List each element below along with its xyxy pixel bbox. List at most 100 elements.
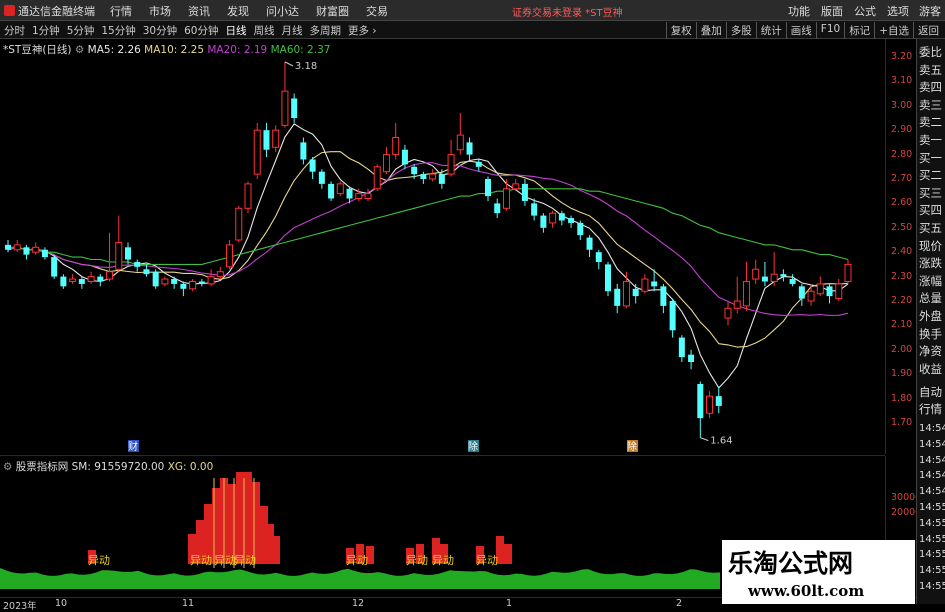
side-panel-label: 14:55 — [919, 549, 945, 561]
candle-body — [291, 98, 298, 118]
tab-multi-period[interactable]: 多周期 — [310, 23, 342, 38]
tab-1min[interactable]: 1分钟 — [32, 23, 60, 38]
tool-statistics[interactable]: 统计 — [755, 22, 786, 39]
event-marker-label: 财 — [128, 440, 138, 453]
side-panel-label: 14:54 — [919, 423, 945, 434]
candle-body — [226, 244, 234, 268]
menu-item-ask[interactable]: 问小达 — [266, 3, 299, 19]
tool-overlay[interactable]: 叠加 — [695, 22, 726, 39]
menu-item-wealth[interactable]: 财富圈 — [316, 3, 349, 19]
candle-body — [300, 142, 307, 160]
low-marker-line — [700, 437, 709, 442]
ma60-value: MA60: 2.37 — [270, 44, 331, 56]
ma10-value: MA10: 2.25 — [144, 44, 205, 56]
candle-body — [669, 301, 676, 331]
candle-body — [844, 263, 852, 282]
tab-5min[interactable]: 5分钟 — [67, 23, 95, 38]
date-label: 2 — [676, 598, 683, 609]
side-panel-label: 卖五 — [919, 62, 942, 77]
menu-item-quotes[interactable]: 行情 — [110, 3, 132, 19]
settings-gear-icon[interactable]: ⚙ — [75, 44, 84, 56]
ma20-value: MA20: 2.19 — [207, 44, 268, 56]
side-panel-label: 14:55 — [919, 517, 945, 529]
tool-multi-stock[interactable]: 多股 — [725, 22, 756, 39]
candle-body — [161, 278, 169, 285]
price-tick: 2.50 — [891, 221, 913, 233]
guest-user[interactable]: 游客 — [919, 3, 941, 19]
side-panel-label: 行情 — [919, 402, 942, 416]
low-price-label: 1.64 — [710, 436, 732, 447]
menu-item-market[interactable]: 市场 — [149, 3, 171, 19]
menu-item-layout[interactable]: 版面 — [821, 3, 843, 19]
price-tick: 2.30 — [891, 270, 913, 282]
tab-monthly[interactable]: 月线 — [282, 23, 303, 38]
price-tick: 2.60 — [891, 197, 913, 209]
tab-weekly[interactable]: 周线 — [254, 23, 275, 38]
candle-body — [780, 274, 787, 277]
candle-body — [429, 173, 437, 180]
tool-mark[interactable]: 标记 — [844, 22, 874, 39]
candle-body — [106, 271, 114, 280]
side-panel-label: 现价 — [919, 238, 942, 253]
date-label: 2023年 — [3, 601, 37, 612]
candle-body — [32, 246, 40, 253]
candle-body — [198, 281, 205, 284]
candle-body — [678, 337, 685, 358]
indicator-red-bar — [244, 472, 252, 564]
menu-item-trade[interactable]: 交易 — [366, 3, 388, 19]
side-panel-label: 14:54 — [919, 438, 945, 450]
tool-back[interactable]: 返回 — [913, 22, 943, 39]
candle-body — [392, 137, 400, 156]
login-notice[interactable]: 证券交易未登录 *ST豆神 — [512, 4, 623, 19]
candle-body — [651, 281, 658, 287]
tab-timeshare[interactable]: 分时 — [4, 23, 25, 38]
tool-f10[interactable]: F10 — [815, 22, 844, 39]
menu-item-options[interactable]: 选项 — [887, 3, 909, 19]
event-marker-label: 除 — [627, 440, 637, 453]
candle-body — [540, 215, 547, 228]
signal-label: 异动 — [190, 554, 212, 567]
candle-body — [632, 288, 639, 297]
tab-60min[interactable]: 60分钟 — [184, 23, 218, 38]
side-panel-label: 卖一 — [919, 133, 942, 147]
event-marker-label: 除 — [468, 440, 478, 453]
candle-body — [475, 161, 482, 167]
price-tick: 2.20 — [891, 295, 913, 306]
price-tick: 3.20 — [891, 51, 913, 62]
menu-item-function[interactable]: 功能 — [788, 3, 810, 19]
ma60-line — [8, 188, 849, 265]
side-panel-label: 14:54 — [919, 470, 945, 482]
price-tick: 2.80 — [891, 148, 913, 160]
indicator-bars: 异动 异动 异动异动 异动 异动 异动 异动 — [0, 472, 720, 589]
tab-more[interactable]: 更多 › — [348, 23, 377, 38]
candle-body — [336, 183, 344, 195]
tab-15min[interactable]: 15分钟 — [101, 23, 135, 38]
tool-adjust[interactable]: 复权 — [665, 22, 696, 39]
high-marker-line — [284, 61, 294, 67]
ma5-value: MA5: 2.26 — [87, 44, 141, 56]
candle-body — [60, 276, 67, 287]
tool-add-watchlist[interactable]: +自选 — [874, 22, 913, 39]
tab-daily[interactable]: 日线 — [226, 23, 247, 38]
candle-body — [69, 278, 77, 282]
candle-body — [466, 142, 473, 155]
tool-draw-line[interactable]: 画线 — [785, 22, 816, 39]
side-panel-label: 14:55 — [919, 565, 945, 577]
candle-body — [605, 264, 611, 292]
candle-body — [577, 222, 584, 236]
menu-item-discover[interactable]: 发现 — [227, 3, 249, 19]
candlestick-chart[interactable]: 3.18 1.64 财 除 除 — [0, 39, 885, 454]
menu-item-formula[interactable]: 公式 — [854, 3, 876, 19]
side-panel-label: 涨幅 — [919, 273, 942, 288]
app-title: 通达信金融终端 — [4, 3, 95, 19]
indicator-red-bar — [228, 484, 236, 564]
candle-body — [152, 271, 159, 287]
stock-title: *ST豆神(日线) — [3, 44, 72, 56]
menu-item-news[interactable]: 资讯 — [188, 3, 210, 19]
candle-body — [411, 166, 418, 175]
tab-30min[interactable]: 30分钟 — [143, 23, 177, 38]
candle-body — [272, 129, 280, 148]
ma10-line — [7, 151, 849, 348]
right-menu: 功能 版面 公式 选项 — [788, 3, 909, 19]
candle-body — [87, 276, 95, 282]
